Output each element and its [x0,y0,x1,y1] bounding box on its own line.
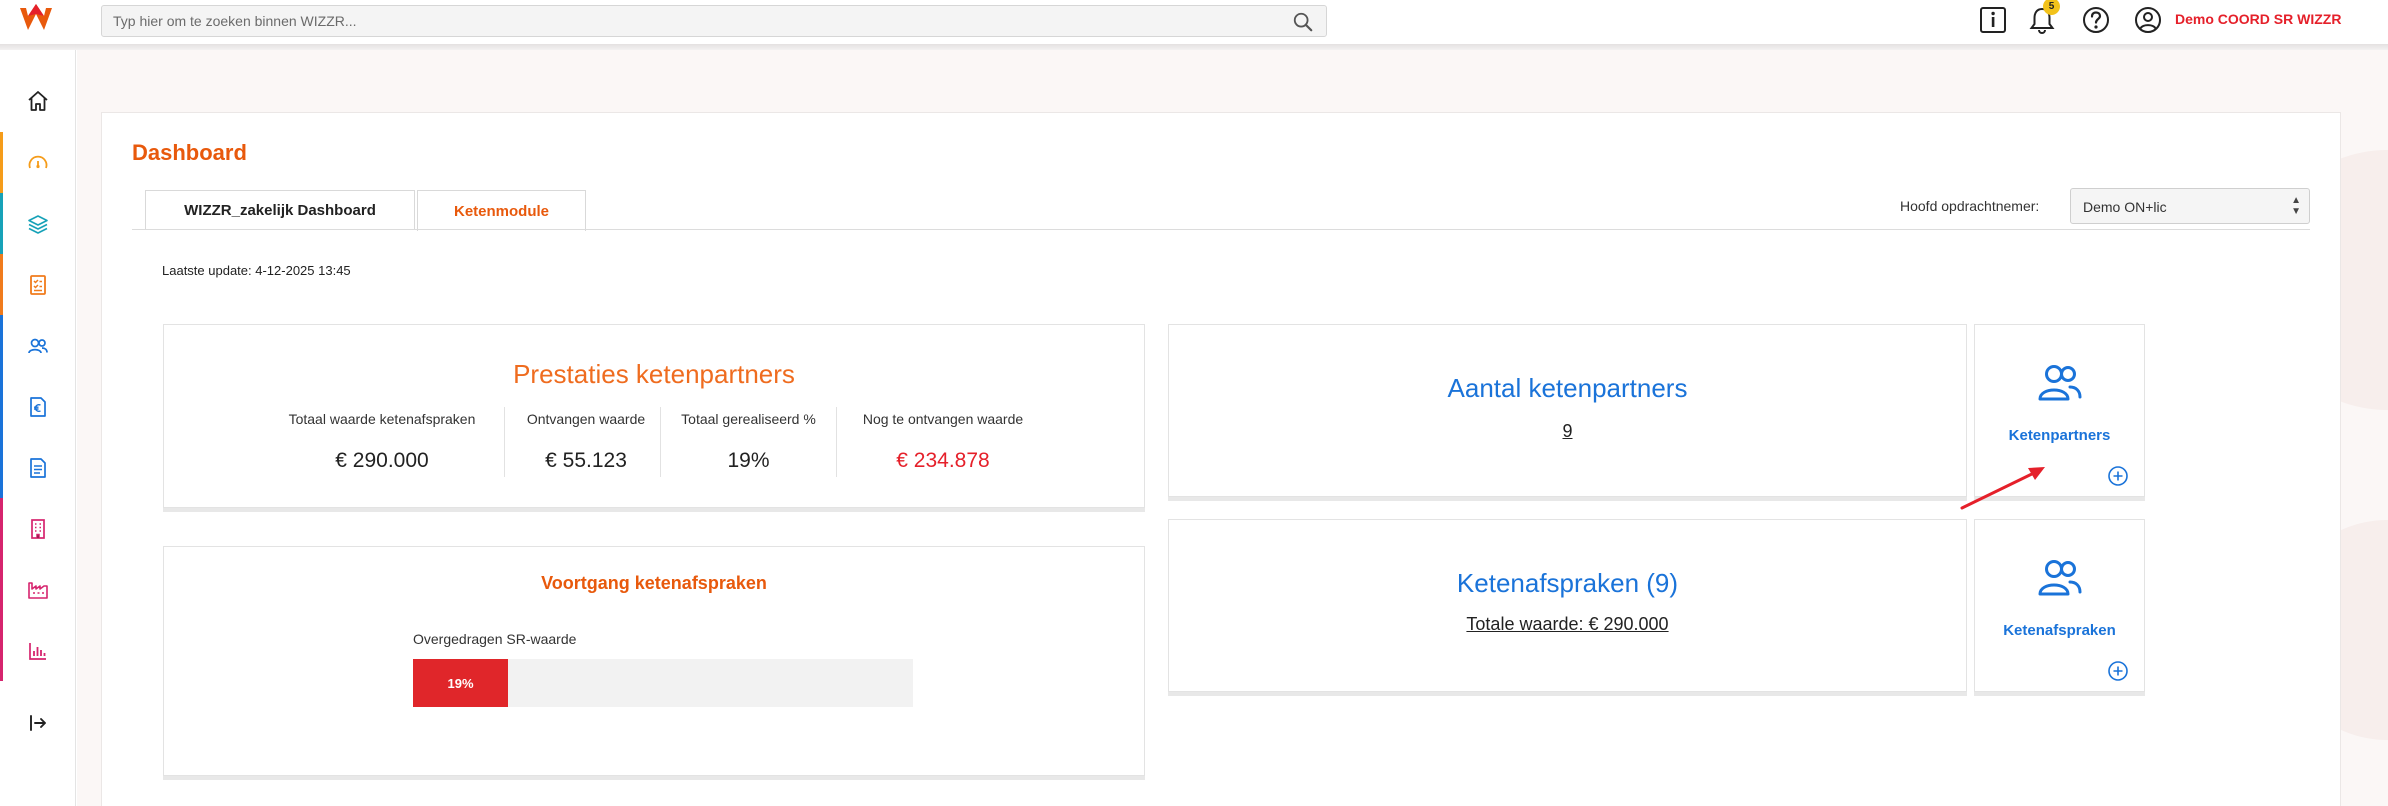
sidebar-accent-bar [0,132,3,193]
top-bar: 5 Demo COORD SR WIZZR [0,0,2388,44]
tab-ketenmodule[interactable]: Ketenmodule [417,190,586,231]
agreements-tile[interactable]: Ketenafspraken [1974,519,2145,692]
stat-remaining-value: Nog te ontvangen waarde € 234.878 [837,405,1049,477]
search-icon[interactable] [1292,11,1314,33]
sidebar-item-factory[interactable] [0,559,76,620]
partners-card: Aantal ketenpartners 9 [1168,324,1967,497]
sidebar-accent-bar [0,437,3,498]
stat-divider [504,407,505,477]
partners-tile-label[interactable]: Ketenpartners [1975,427,2144,444]
add-partner-icon[interactable] [2107,465,2129,487]
user-name[interactable]: Demo COORD SR WIZZR [2175,11,2341,27]
progress-title: Voortgang ketenafspraken [541,573,767,593]
stat-label: Ontvangen waarde [526,411,646,427]
stat-realized-percent: Totaal gerealiseerd % 19% [661,405,836,477]
select-value: Demo ON+lic [2083,199,2167,215]
tab-wizzr-zakelijk-dashboard[interactable]: WIZZR_zakelijk Dashboard [145,190,415,230]
sidebar-accent-bar [0,193,3,254]
users-icon [2038,365,2082,401]
bar-chart-icon [29,642,46,660]
agreements-card: Ketenafspraken (9) Totale waarde: € 290.… [1168,519,1967,692]
page-title: Dashboard [132,140,247,165]
stat-received-value: Ontvangen waarde € 55.123 [506,405,666,477]
sidebar-accent-bar [0,498,3,559]
stat-label: Nog te ontvangen waarde [862,411,1024,427]
sidebar [0,50,76,806]
sidebar-item-home[interactable] [0,70,76,131]
agreements-title: Ketenafspraken (9) [1456,568,1679,598]
sidebar-item-reports[interactable] [0,620,76,681]
home-icon [28,90,48,111]
sidebar-accent-bar [0,559,3,620]
info-icon[interactable] [1977,4,2009,36]
stat-value: 19% [727,449,770,472]
sidebar-item-checklist[interactable] [0,254,76,315]
sidebar-item-buildings[interactable] [0,498,76,559]
annotation-arrow-icon [1960,467,2045,510]
progress-bar-label: Overgedragen SR-waarde [413,631,577,647]
document-icon [30,457,46,478]
search-bar [101,5,1327,37]
stat-value: € 234.878 [896,449,990,472]
sidebar-item-layers[interactable] [0,193,76,254]
sidebar-accent-bar [0,254,3,315]
stat-total-value: Totaal waarde ketenafspraken € 290.000 [276,405,488,477]
sidebar-item-users[interactable] [0,315,76,376]
stat-value: € 290.000 [335,449,429,472]
last-update: Laatste update: 4-12-2025 13:45 [162,263,351,278]
gauge-icon [28,155,48,168]
progress-track: 19% [413,659,913,707]
factory-icon [28,581,48,599]
layers-icon [28,214,48,234]
stat-label: Totaal waarde ketenafspraken [288,411,476,427]
logout-icon [30,714,46,731]
help-icon[interactable] [2080,4,2112,36]
partners-title: Aantal ketenpartners [1447,373,1688,403]
performance-card: Prestaties ketenpartners Totaal waarde k… [163,324,1145,508]
add-agreement-icon[interactable] [2107,660,2129,682]
checklist-icon [30,274,46,295]
select-arrows-icon: ▲ ▼ [2291,195,2301,217]
filter-label: Hoofd opdrachtnemer: [1900,198,2040,214]
euro-document-icon [30,396,46,417]
users-icon [28,338,48,353]
progress-card: Voortgang ketenafspraken Overgedragen SR… [163,546,1145,776]
sidebar-item-finance[interactable] [0,376,76,437]
sidebar-accent-bar [0,315,3,376]
sidebar-item-dashboard[interactable] [0,132,76,193]
stat-label: Totaal gerealiseerd % [681,411,816,427]
sidebar-accent-bar [0,620,3,681]
stat-value: € 55.123 [545,449,627,472]
building-icon [31,518,45,539]
agreements-tile-label[interactable]: Ketenafspraken [1975,622,2144,639]
tab-divider [132,229,2310,230]
user-circle-icon[interactable] [2132,4,2164,36]
sidebar-item-documents[interactable] [0,437,76,498]
partners-count-link[interactable]: 9 [1169,421,1966,442]
users-icon [2038,560,2082,596]
agreements-total-link[interactable]: Totale waarde: € 290.000 [1169,614,1966,635]
progress-fill: 19% [413,659,508,707]
wizzr-logo[interactable] [18,4,54,34]
search-input[interactable] [102,6,1272,36]
sidebar-item-logout[interactable] [0,692,76,753]
sidebar-accent-bar [0,376,3,437]
performance-title: Prestaties ketenpartners [513,359,795,389]
hoofd-opdrachtnemer-select[interactable]: Demo ON+lic ▲ ▼ [2070,188,2310,224]
